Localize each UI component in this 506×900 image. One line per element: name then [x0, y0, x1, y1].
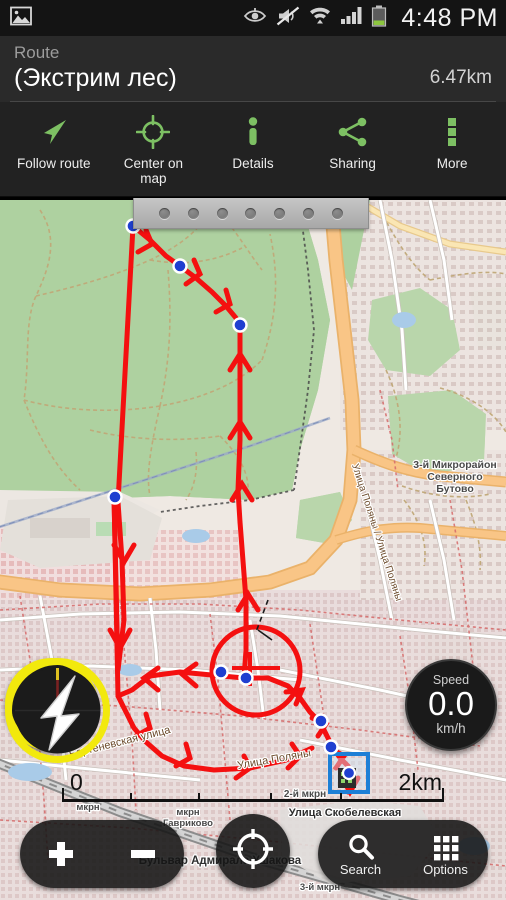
search-magnifier-icon: [346, 832, 376, 862]
scale-tick: [340, 793, 342, 802]
crosshair-target-icon: [136, 112, 171, 152]
share-nodes-icon: [336, 112, 370, 152]
scale-tick: [198, 793, 200, 802]
sound-muted-icon: [276, 6, 300, 31]
scale-line: [62, 799, 444, 802]
plus-icon: [44, 837, 78, 871]
battery-icon: [371, 5, 387, 32]
route-detail-screen: 3-й МикрорайонСеверногоБутовоУтконосБарт…: [0, 0, 506, 900]
map-scale-bar: 0 2km: [62, 769, 444, 806]
map-label: 3-й Микрорайон: [413, 459, 496, 471]
speed-value: 0.0: [428, 685, 474, 722]
scale-tick: [62, 788, 64, 802]
route-action-toolbar: Follow route Center on map Details Shari…: [0, 102, 506, 196]
scale-end-label: 2km: [398, 769, 442, 795]
route-name: (Экстрим лес): [14, 64, 177, 92]
map-label: Бутово: [436, 483, 474, 495]
overflow-dots-icon: [435, 112, 469, 152]
drag-handle-dot: [216, 207, 228, 219]
wifi-icon: [309, 6, 331, 30]
drag-handle-dot: [331, 207, 343, 219]
search-options-group: Search Options: [318, 820, 488, 888]
map-bottom-toolbar: Search Options: [0, 808, 506, 900]
drag-handle-dot: [303, 207, 315, 219]
details-button[interactable]: Details: [203, 110, 303, 186]
cellular-signal-icon: [340, 6, 362, 30]
drag-handle-dot: [158, 207, 170, 219]
status-bar-clock: 4:48 PM: [401, 3, 498, 32]
sharing-button[interactable]: Sharing: [303, 110, 403, 186]
center-on-map-label: Center on map: [123, 156, 184, 186]
scale-tick: [442, 788, 444, 802]
center-on-map-button[interactable]: Center on map: [104, 110, 204, 186]
more-label: More: [436, 156, 468, 171]
follow-route-button[interactable]: Follow route: [4, 110, 104, 186]
details-label: Details: [232, 156, 274, 171]
more-button[interactable]: More: [402, 110, 502, 186]
search-label: Search: [339, 861, 382, 877]
search-button[interactable]: Search: [318, 820, 403, 888]
route-header-panel: Route (Экстрим лес) 6.47km Follow route: [0, 36, 506, 197]
speed-widget[interactable]: Speed 0.0 km/h: [405, 659, 497, 751]
options-button[interactable]: Options: [403, 820, 488, 888]
panel-kicker: Route: [14, 43, 60, 62]
scale-tick: [270, 793, 272, 802]
zoom-control-group: [20, 820, 184, 888]
drag-handle-dot: [274, 207, 286, 219]
panel-drag-handle[interactable]: [133, 198, 369, 229]
follow-route-label: Follow route: [17, 156, 91, 171]
compass-widget[interactable]: [5, 658, 110, 763]
eye-visibility-icon: [243, 7, 267, 30]
navigation-arrow-icon: [37, 112, 71, 152]
scale-start-label: 0: [70, 769, 83, 795]
location-crosshair-icon: [231, 827, 275, 876]
android-status-bar: 4:48 PM: [0, 0, 506, 36]
minus-icon: [126, 837, 160, 871]
drag-handle-dot: [187, 207, 199, 219]
speed-unit: km/h: [436, 721, 466, 736]
zoom-out-button[interactable]: [102, 820, 184, 888]
options-label: Options: [423, 861, 468, 877]
grid-apps-icon: [431, 832, 461, 862]
map-label: Северного: [427, 471, 482, 483]
route-distance: 6.47km: [429, 67, 492, 88]
scale-tick: [130, 793, 132, 802]
route-title-block[interactable]: Route (Экстрим лес) 6.47km: [0, 36, 506, 101]
my-location-button[interactable]: [216, 814, 290, 888]
sharing-label: Sharing: [329, 156, 376, 171]
info-icon: [236, 112, 270, 152]
zoom-in-button[interactable]: [20, 820, 102, 888]
screenshot-image-icon: [10, 6, 32, 31]
drag-handle-dot: [245, 207, 257, 219]
